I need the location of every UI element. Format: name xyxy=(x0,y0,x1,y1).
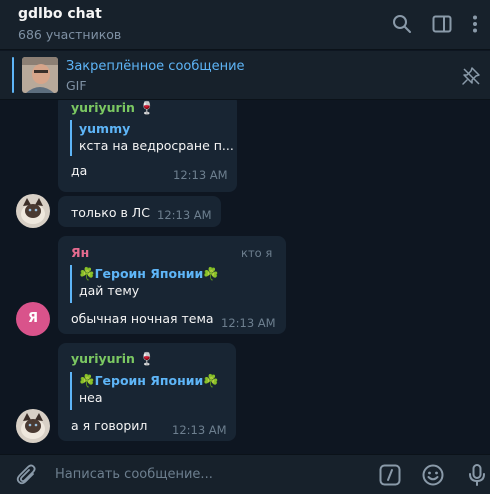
message-text: да xyxy=(71,163,88,178)
reply-quote[interactable]: ☘️Героин Японии☘️ неа xyxy=(70,372,219,410)
bot-commands-icon[interactable] xyxy=(378,463,402,487)
message-composer[interactable]: Написать сообщение... xyxy=(0,454,490,494)
avatar[interactable]: Я xyxy=(16,302,50,336)
avatar[interactable] xyxy=(16,409,50,443)
message-text: обычная ночная тема xyxy=(71,311,214,326)
message-bubble[interactable]: yuriyurin 🍷 yummy кста на ведросране п..… xyxy=(58,100,237,192)
message-bubble[interactable]: yuriyurin 🍷 ☘️Героин Японии☘️ неа а я го… xyxy=(58,343,236,441)
reply-author: yummy xyxy=(79,121,131,136)
message-sender[interactable]: yuriyurin 🍷 xyxy=(71,100,155,116)
reply-text: дай тему xyxy=(79,283,140,298)
chat-title: gdlbo chat xyxy=(18,6,102,22)
message-sender[interactable]: yuriyurin 🍷 xyxy=(71,351,155,367)
reply-author: ☘️Героин Японии☘️ xyxy=(79,373,219,388)
paperclip-icon[interactable] xyxy=(15,463,39,487)
reply-author: ☘️Героин Японии☘️ xyxy=(79,266,219,281)
member-count: 686 участников xyxy=(18,27,122,42)
chat-header[interactable]: gdlbo chat 686 участников xyxy=(0,0,490,50)
message-bubble[interactable]: только в ЛС 12:13 AM xyxy=(58,196,221,227)
pinned-message-bar[interactable]: Закреплённое сообщение GIF xyxy=(0,51,490,100)
microphone-icon[interactable] xyxy=(465,463,489,487)
emoji-icon[interactable] xyxy=(421,463,445,487)
member-title: кто я xyxy=(241,246,273,260)
message-text: только в ЛС xyxy=(71,205,150,220)
reply-quote[interactable]: yummy кста на ведросране п... xyxy=(70,120,234,156)
pinned-subtitle: GIF xyxy=(66,78,87,93)
avatar[interactable] xyxy=(16,194,50,228)
message-bubble[interactable]: Ян кто я ☘️Героин Японии☘️ дай тему обыч… xyxy=(58,236,286,334)
unpin-icon[interactable] xyxy=(461,66,481,86)
reply-text: кста на ведросране п... xyxy=(79,138,234,153)
more-vertical-icon[interactable] xyxy=(464,13,486,35)
search-icon[interactable] xyxy=(391,13,413,35)
message-time: 12:13 AM xyxy=(172,423,227,437)
message-input[interactable]: Написать сообщение... xyxy=(55,467,213,482)
reply-quote[interactable]: ☘️Героин Японии☘️ дай тему xyxy=(70,265,219,303)
pinned-gif-thumbnail xyxy=(22,57,58,93)
message-time: 12:13 AM xyxy=(173,168,228,182)
pinned-title: Закреплённое сообщение xyxy=(66,59,245,74)
pinned-indicator xyxy=(12,57,14,93)
message-time: 12:13 AM xyxy=(221,316,276,330)
message-text: а я говорил xyxy=(71,418,148,433)
message-time: 12:13 AM xyxy=(157,208,212,222)
reply-text: неа xyxy=(79,390,103,405)
sidebar-toggle-icon[interactable] xyxy=(431,13,453,35)
message-list[interactable]: yuriyurin 🍷 yummy кста на ведросране п..… xyxy=(0,100,490,454)
message-sender[interactable]: Ян xyxy=(71,245,89,260)
